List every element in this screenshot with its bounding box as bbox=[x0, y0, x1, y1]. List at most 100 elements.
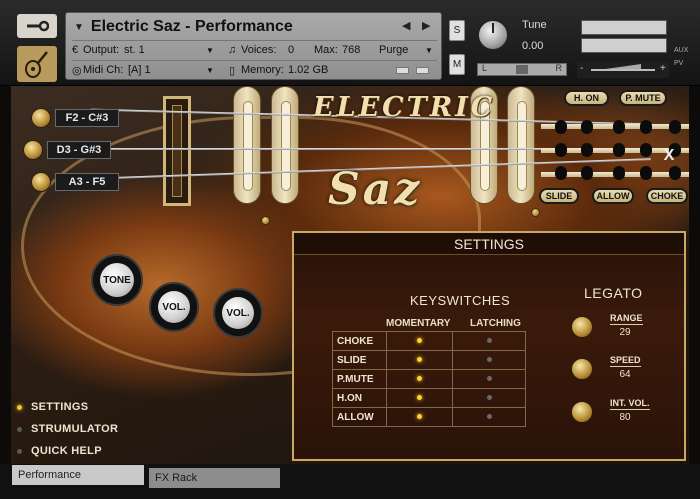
instrument-body: ELECTRIC Saz F2 - C#3 D3 - G#3 A3 - F5 H… bbox=[11, 86, 689, 464]
pan-handle[interactable] bbox=[516, 65, 528, 74]
volume-knob-1[interactable]: VOL. bbox=[149, 282, 199, 332]
instrument-info-panel: ▼ Electric Saz - Performance ◀ ▶ € Outpu… bbox=[65, 12, 442, 80]
articulation-choke[interactable]: CHOKE bbox=[646, 188, 688, 204]
speed-knob[interactable] bbox=[571, 358, 593, 380]
legato-title: LEGATO bbox=[584, 285, 643, 301]
tuning-string-3[interactable]: A3 - F5 bbox=[31, 172, 119, 192]
internal-volume-knob[interactable] bbox=[571, 401, 593, 423]
instrument-header: ▼ Electric Saz - Performance ◀ ▶ € Outpu… bbox=[0, 0, 700, 86]
latching-cell[interactable] bbox=[452, 350, 526, 370]
aux-label: AUX bbox=[674, 47, 689, 54]
tuning-label: A3 - F5 bbox=[55, 173, 119, 191]
pv-label: PV bbox=[674, 60, 684, 67]
memory-bar bbox=[396, 67, 409, 74]
volume-plus-label: + bbox=[660, 63, 666, 74]
midi-icon: ◎ bbox=[72, 65, 82, 77]
momentary-cell[interactable] bbox=[386, 388, 453, 408]
led-off-icon bbox=[486, 376, 492, 382]
table-row: P.MUTE bbox=[332, 369, 526, 389]
latching-cell[interactable] bbox=[452, 388, 526, 408]
tab-performance[interactable]: Performance bbox=[12, 465, 144, 485]
pan-left-label: L bbox=[482, 63, 488, 73]
tuning-string-2[interactable]: D3 - G#3 bbox=[23, 140, 111, 160]
menu-settings[interactable]: SETTINGS bbox=[17, 396, 118, 418]
output-label: Output: bbox=[83, 44, 120, 56]
led-off-icon bbox=[486, 395, 492, 401]
tuning-peg-icon[interactable] bbox=[31, 108, 51, 128]
speed-label: SPEED bbox=[610, 355, 641, 367]
table-row: H.ON bbox=[332, 388, 526, 408]
momentary-cell[interactable] bbox=[386, 350, 453, 370]
keyswitches-title: KEYSWITCHES bbox=[410, 293, 511, 308]
pickup bbox=[507, 86, 535, 204]
keyswitch-table: CHOKE SLIDE P.MUTE H.ON ALLOW bbox=[332, 331, 526, 427]
articulation-allow[interactable]: ALLOW bbox=[592, 188, 634, 204]
keyswitch-name: ALLOW bbox=[332, 407, 387, 427]
internal-volume-label: INT. VOL. bbox=[610, 398, 650, 410]
led-off-icon bbox=[486, 357, 492, 363]
collapse-arrow-icon[interactable]: ▼ bbox=[74, 22, 84, 33]
tune-value: 0.00 bbox=[522, 40, 544, 52]
screw bbox=[261, 216, 270, 225]
tone-knob[interactable]: TONE bbox=[91, 254, 143, 306]
side-menu: SETTINGS STRUMULATOR QUICK HELP bbox=[17, 396, 118, 462]
menu-quick-help[interactable]: QUICK HELP bbox=[17, 440, 118, 462]
table-row: ALLOW bbox=[332, 407, 526, 427]
range-label: RANGE bbox=[610, 313, 643, 325]
tab-fx-rack[interactable]: FX Rack bbox=[149, 468, 280, 488]
midi-dropdown-icon[interactable]: ▼ bbox=[206, 66, 214, 75]
memory-label: Memory: bbox=[241, 64, 284, 76]
purge-dropdown-icon[interactable]: ▼ bbox=[425, 46, 433, 55]
midi-channel-select[interactable]: [A] 1 bbox=[128, 64, 151, 76]
momentary-cell[interactable] bbox=[386, 369, 453, 389]
solo-button[interactable]: S bbox=[449, 20, 465, 41]
volume-slider[interactable]: - + bbox=[577, 62, 669, 78]
range-knob[interactable] bbox=[571, 316, 593, 338]
output-icon: € bbox=[72, 44, 79, 56]
latching-cell[interactable] bbox=[452, 407, 526, 427]
articulation-p-mute[interactable]: P. MUTE bbox=[619, 90, 667, 106]
tune-knob[interactable] bbox=[477, 19, 509, 51]
articulation-h-on[interactable]: H. ON bbox=[564, 90, 609, 106]
volume-minus-label: - bbox=[580, 63, 584, 74]
volume-knob-label: VOL. bbox=[158, 291, 190, 323]
mute-button[interactable]: M bbox=[449, 54, 465, 75]
memory-value: 1.02 GB bbox=[288, 64, 329, 76]
led-off-icon bbox=[486, 338, 492, 344]
wrench-icon[interactable] bbox=[17, 14, 57, 38]
tuning-peg-icon[interactable] bbox=[31, 172, 51, 192]
latching-cell[interactable] bbox=[452, 369, 526, 389]
keyswitch-name: SLIDE bbox=[332, 350, 387, 370]
prev-instrument-icon[interactable]: ◀ bbox=[402, 19, 410, 32]
level-meter-right bbox=[581, 38, 667, 53]
tuning-peg-icon[interactable] bbox=[23, 140, 43, 160]
momentary-cell[interactable] bbox=[386, 407, 453, 427]
output-dropdown-icon[interactable]: ▼ bbox=[206, 46, 214, 55]
menu-led-icon bbox=[17, 404, 22, 410]
led-on-icon bbox=[417, 338, 422, 344]
output-select[interactable]: st. 1 bbox=[124, 44, 145, 56]
instrument-title: Electric Saz - Performance bbox=[90, 18, 293, 35]
range-value: 29 bbox=[619, 327, 631, 338]
tuning-string-1[interactable]: F2 - C#3 bbox=[31, 108, 119, 128]
level-meter-left bbox=[581, 20, 667, 35]
keyswitch-name: H.ON bbox=[332, 388, 387, 408]
next-instrument-icon[interactable]: ▶ bbox=[422, 19, 430, 32]
close-settings-icon[interactable]: X bbox=[660, 147, 678, 165]
menu-label: STRUMULATOR bbox=[31, 423, 119, 435]
latching-cell[interactable] bbox=[452, 331, 526, 351]
max-value[interactable]: 768 bbox=[342, 44, 360, 56]
pan-slider[interactable]: L R bbox=[477, 63, 567, 76]
volume-knob-2[interactable]: VOL. bbox=[213, 288, 263, 338]
menu-strumulator[interactable]: STRUMULATOR bbox=[17, 418, 118, 440]
momentary-cell[interactable] bbox=[386, 331, 453, 351]
table-row: SLIDE bbox=[332, 350, 526, 370]
internal-volume-value: 80 bbox=[619, 412, 631, 423]
purge-button[interactable]: Purge bbox=[379, 44, 408, 56]
voices-icon: ♫ bbox=[228, 44, 237, 56]
articulation-slide[interactable]: SLIDE bbox=[539, 188, 579, 204]
keyswitch-name: CHOKE bbox=[332, 331, 387, 351]
settings-title: SETTINGS bbox=[294, 233, 684, 255]
menu-led-icon bbox=[17, 448, 22, 454]
led-on-icon bbox=[417, 376, 422, 382]
